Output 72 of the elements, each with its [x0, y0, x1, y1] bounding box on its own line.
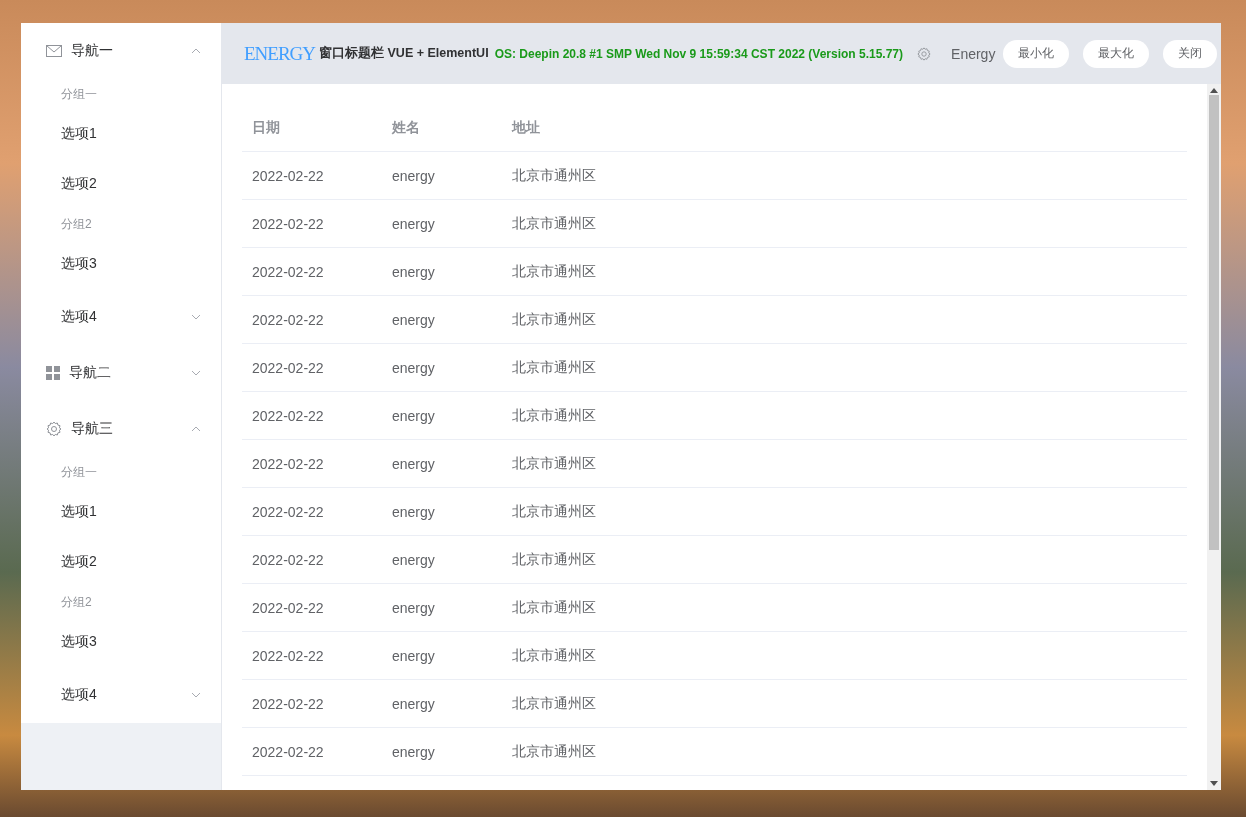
- table-cell: energy: [392, 743, 435, 760]
- menu-item[interactable]: 选项3: [21, 239, 221, 289]
- table-cell: energy: [392, 407, 435, 424]
- nav-menu-title[interactable]: 导航二: [21, 345, 221, 401]
- table-cell: 北京市通州区: [512, 646, 596, 663]
- grid-icon: [46, 366, 60, 380]
- table-cell: 北京市通州区: [512, 550, 596, 567]
- group-title: 分组2: [60, 593, 93, 611]
- table-cell: 北京市通州区: [512, 406, 596, 423]
- table-cell: 2022-02-22: [252, 503, 324, 520]
- table-cell: energy: [392, 167, 435, 184]
- submenu-title[interactable]: 选项4: [21, 667, 221, 723]
- table-cell: 2022-02-22: [252, 311, 324, 328]
- table-cell: energy: [392, 311, 435, 328]
- table-cell: 北京市通州区: [512, 166, 596, 183]
- table-cell: 2022-02-22: [252, 263, 324, 280]
- table-cell: energy: [392, 455, 435, 472]
- column-header: 日期: [252, 118, 280, 135]
- table-cell: 北京市通州区: [512, 310, 596, 327]
- scrollbar[interactable]: [1207, 84, 1221, 790]
- table-cell: 2022-02-22: [252, 359, 324, 376]
- table-cell: energy: [392, 551, 435, 568]
- table-cell: 北京市通州区: [512, 358, 596, 375]
- table-cell: energy: [392, 215, 435, 232]
- nav-menu-title[interactable]: 导航一: [21, 23, 221, 79]
- minimize-button[interactable]: 最小化: [1003, 39, 1070, 68]
- table-cell: 2022-02-22: [252, 407, 324, 424]
- table-cell: 北京市通州区: [512, 502, 596, 519]
- table-cell: energy: [392, 503, 435, 520]
- scroll-down-icon[interactable]: [1210, 781, 1218, 786]
- settings-icon[interactable]: [917, 46, 932, 61]
- scroll-up-icon[interactable]: [1210, 88, 1218, 93]
- table-cell: 2022-02-22: [252, 455, 324, 472]
- menu-item[interactable]: 选项1: [21, 487, 221, 537]
- table-cell: 2022-02-22: [252, 695, 324, 712]
- table-cell: 北京市通州区: [512, 214, 596, 231]
- table-cell: 北京市通州区: [512, 694, 596, 711]
- table-cell: 2022-02-22: [252, 167, 324, 184]
- menu-item[interactable]: 选项2: [21, 159, 221, 209]
- table-cell: 2022-02-22: [252, 647, 324, 664]
- menu-item[interactable]: 选项3: [21, 617, 221, 667]
- column-header: 地址: [512, 118, 540, 135]
- window-title: 窗口标题栏 VUE + ElementUI: [319, 45, 489, 62]
- logo: ENERGY: [244, 42, 316, 65]
- table-cell: 2022-02-22: [252, 215, 324, 232]
- maximize-button[interactable]: 最大化: [1083, 39, 1150, 68]
- table-cell: energy: [392, 599, 435, 616]
- group-title: 分组一: [60, 463, 98, 481]
- table-cell: energy: [392, 263, 435, 280]
- table-cell: 2022-02-22: [252, 599, 324, 616]
- mail-icon: [46, 45, 62, 57]
- user-name: Energy: [951, 45, 996, 62]
- table-cell: 2022-02-22: [252, 743, 324, 760]
- scroll-thumb[interactable]: [1209, 95, 1219, 550]
- nav-menu-title[interactable]: 导航三: [21, 401, 221, 457]
- column-header: 姓名: [392, 118, 420, 135]
- table-cell: 北京市通州区: [512, 742, 596, 759]
- table-cell: 2022-02-22: [252, 551, 324, 568]
- menu-item[interactable]: 选项2: [21, 537, 221, 587]
- os-info: OS: Deepin 20.8 #1 SMP Wed Nov 9 15:59:34 CST 2022 (Version 5.15.77): [494, 46, 904, 61]
- table-cell: energy: [392, 695, 435, 712]
- table-cell: 北京市通州区: [512, 598, 596, 615]
- table-cell: energy: [392, 647, 435, 664]
- table-cell: 北京市通州区: [512, 262, 596, 279]
- submenu-title[interactable]: 选项4: [21, 289, 221, 345]
- menu-item[interactable]: 选项1: [21, 109, 221, 159]
- table-cell: 北京市通州区: [512, 454, 596, 471]
- group-title: 分组2: [60, 215, 93, 233]
- table-cell: energy: [392, 359, 435, 376]
- close-button[interactable]: 关闭: [1163, 39, 1218, 68]
- gear-icon: [46, 421, 62, 437]
- group-title: 分组一: [60, 85, 98, 103]
